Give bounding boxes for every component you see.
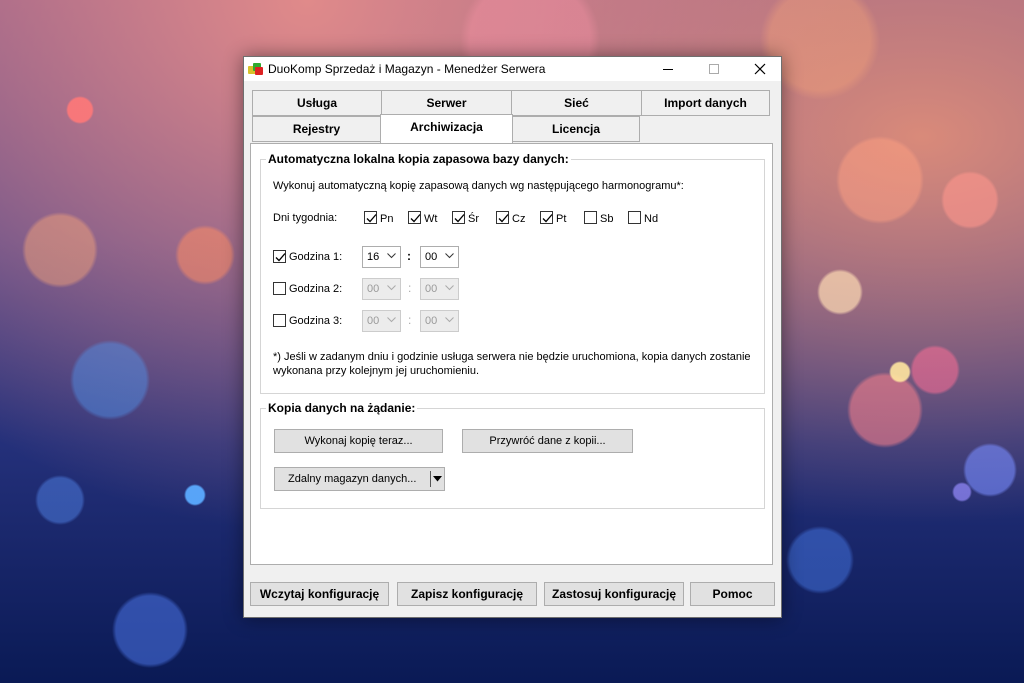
time3-separator: :	[408, 313, 412, 327]
time2-minute-value: 00	[425, 283, 438, 295]
footnote-line2: wykonana przy kolejnym jej uruchomieniu.	[273, 365, 480, 377]
day-checkbox-pn[interactable]	[364, 211, 377, 224]
remote-storage-label: Zdalny magazyn danych...	[288, 473, 417, 485]
apply-config-button[interactable]: Zastosuj konfigurację	[544, 582, 684, 606]
day-checkbox-pt[interactable]	[540, 211, 553, 224]
days-label: Dni tygodnia:	[273, 212, 338, 224]
auto-backup-title: Automatyczna lokalna kopia zapasowa bazy…	[266, 152, 571, 166]
chevron-down-icon	[445, 253, 454, 259]
footnote-line1: *) Jeśli w zadanym dniu i godzinie usług…	[273, 351, 751, 363]
checkmark-icon	[275, 253, 286, 262]
restore-button[interactable]: Przywróć dane z kopii...	[462, 429, 633, 453]
maximize-icon	[709, 64, 719, 74]
time2-minute-select: 00	[420, 278, 459, 300]
title-bar[interactable]: DuoKomp Sprzedaż i Magazyn - Menedżer Se…	[244, 57, 781, 81]
on-demand-group: Kopia danych na żądanie: Wykonaj kopię t…	[260, 401, 765, 509]
day-label-sr: Śr	[468, 213, 479, 225]
save-config-button[interactable]: Zapisz konfigurację	[397, 582, 537, 606]
day-label-pt: Pt	[556, 213, 567, 225]
close-icon	[754, 63, 766, 75]
day-label-pn: Pn	[380, 213, 394, 225]
day-checkbox-sb[interactable]	[584, 211, 597, 224]
day-label-cz: Cz	[512, 213, 526, 225]
schedule-description: Wykonuj automatyczną kopię zapasową dany…	[273, 180, 684, 192]
checkmark-icon	[410, 214, 421, 223]
checkmark-icon	[542, 214, 553, 223]
chevron-down-icon	[445, 285, 454, 291]
day-label-wt: Wt	[424, 213, 438, 225]
time1-separator: :	[407, 249, 411, 263]
chevron-down-icon	[445, 317, 454, 323]
time3-hour-value: 00	[367, 315, 380, 327]
tab-import-danych[interactable]: Import danych	[641, 90, 770, 116]
day-checkbox-wt[interactable]	[408, 211, 421, 224]
chevron-down-icon	[387, 285, 396, 291]
archiwizacja-panel: Automatyczna lokalna kopia zapasowa bazy…	[250, 143, 773, 565]
tab-usluga[interactable]: Usługa	[252, 90, 382, 116]
checkmark-icon	[498, 214, 509, 223]
auto-backup-group: Automatyczna lokalna kopia zapasowa bazy…	[260, 152, 765, 394]
tab-serwer[interactable]: Serwer	[381, 90, 512, 116]
day-label-sb: Sb	[600, 213, 614, 225]
on-demand-title: Kopia danych na żądanie:	[266, 401, 418, 415]
time2-hour-value: 00	[367, 283, 380, 295]
manager-window: DuoKomp Sprzedaż i Magazyn - Menedżer Se…	[243, 56, 782, 618]
maximize-button[interactable]	[691, 57, 737, 81]
minimize-button[interactable]	[645, 57, 691, 81]
time1-hour-value: 16	[367, 251, 380, 263]
checkmark-icon	[366, 214, 377, 223]
help-button[interactable]: Pomoc	[690, 582, 775, 606]
day-label-nd: Nd	[644, 213, 659, 225]
dropdown-arrow-icon[interactable]	[433, 476, 442, 482]
close-button[interactable]	[737, 57, 783, 81]
time2-label: Godzina 2:	[289, 283, 343, 295]
checkmark-icon	[454, 214, 465, 223]
time1-hour-select[interactable]: 16	[362, 246, 401, 268]
chevron-down-icon	[387, 253, 396, 259]
tab-archiwizacja[interactable]: Archiwizacja	[380, 114, 513, 143]
day-checkbox-nd[interactable]	[628, 211, 641, 224]
time3-checkbox[interactable]	[273, 314, 286, 327]
split-separator	[430, 471, 431, 487]
time3-minute-select: 00	[420, 310, 459, 332]
tab-licencja[interactable]: Licencja	[512, 116, 640, 142]
backup-now-button[interactable]: Wykonaj kopię teraz...	[274, 429, 443, 453]
remote-storage-button[interactable]: Zdalny magazyn danych...	[274, 467, 445, 491]
time1-checkbox[interactable]	[273, 250, 286, 263]
day-checkbox-sr[interactable]	[452, 211, 465, 224]
time2-checkbox[interactable]	[273, 282, 286, 295]
load-config-button[interactable]: Wczytaj konfigurację	[250, 582, 389, 606]
tab-rejestry[interactable]: Rejestry	[252, 116, 381, 142]
tab-siec[interactable]: Sieć	[511, 90, 642, 116]
time3-minute-value: 00	[425, 315, 438, 327]
time3-hour-select: 00	[362, 310, 401, 332]
time2-hour-select: 00	[362, 278, 401, 300]
time1-label: Godzina 1:	[289, 251, 343, 263]
time1-minute-select[interactable]: 00	[420, 246, 459, 268]
time3-label: Godzina 3:	[289, 315, 343, 327]
time2-separator: :	[408, 281, 412, 295]
day-checkbox-cz[interactable]	[496, 211, 509, 224]
minimize-icon	[663, 69, 673, 70]
app-logo-icon	[248, 62, 264, 76]
time1-minute-value: 00	[425, 251, 438, 263]
chevron-down-icon	[387, 317, 396, 323]
window-title: DuoKomp Sprzedaż i Magazyn - Menedżer Se…	[268, 62, 546, 76]
